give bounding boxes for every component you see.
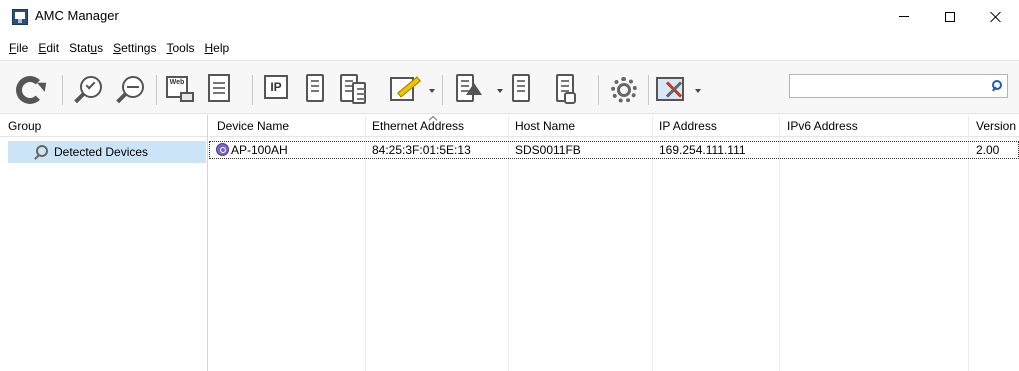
toolbar-separator	[156, 75, 157, 105]
search-icon[interactable]	[992, 80, 1002, 90]
menu-status-label: s	[97, 41, 104, 55]
handle-shape	[74, 92, 85, 104]
server-wrench-icon[interactable]	[306, 74, 324, 102]
handle-shape	[116, 92, 127, 104]
download-icon[interactable]	[512, 74, 530, 102]
device-list: Device Name Ethernet Address Host Name I…	[209, 115, 1019, 371]
window-title: AMC Manager	[35, 8, 119, 23]
column-device-name[interactable]: Device Name	[217, 115, 289, 137]
ip-label: IP	[270, 80, 282, 94]
table-row[interactable]: AP-100AH 84:25:3F:01:5E:13 SDS0011FB 169…	[209, 141, 1019, 159]
ip-icon[interactable]: IP	[264, 75, 288, 99]
power-badge	[564, 92, 576, 104]
edit-dropdown-icon[interactable]	[429, 89, 435, 93]
toolbar-separator	[442, 75, 443, 105]
group-pane: Group Detected Devices	[0, 115, 208, 371]
cell-version: 2.00	[976, 143, 1000, 157]
menu-status-label-pre: Stat	[69, 41, 91, 55]
minimize-icon	[899, 16, 909, 17]
search-check-icon[interactable]	[72, 74, 104, 106]
menu-help[interactable]: Help	[200, 38, 235, 58]
cell-device-name: AP-100AH	[231, 143, 288, 157]
close-button[interactable]	[973, 0, 1019, 33]
group-item-detected-devices[interactable]: Detected Devices	[8, 141, 206, 163]
refresh-icon[interactable]	[16, 76, 44, 104]
upload-arrow	[466, 83, 482, 95]
content-area: Group Detected Devices Device Name Ether…	[0, 115, 1019, 371]
toolbar-separator	[252, 75, 253, 105]
column-ipv6-address[interactable]: IPv6 Address	[787, 115, 858, 137]
device-icon	[216, 143, 229, 156]
cell-ip-address: 169.254.111.111	[659, 143, 746, 157]
gear-center	[617, 83, 631, 97]
column-ethernet-address[interactable]: Ethernet Address	[372, 115, 464, 137]
column-version[interactable]: Version	[976, 115, 1016, 137]
web-arrow-box	[180, 92, 194, 102]
menu-tools-label: ools	[172, 41, 195, 55]
menu-status[interactable]: Status	[64, 38, 108, 58]
column-ethernet-address-label: Ethernet Address	[372, 119, 465, 133]
menu-settings-accel: S	[113, 41, 122, 55]
app-icon	[12, 9, 28, 25]
cell-ethernet-address: 84:25:3F:01:5E:13	[372, 143, 471, 157]
group-item-label: Detected Devices	[54, 145, 149, 159]
web-icon[interactable]: Web	[166, 74, 198, 106]
tools-dropdown-icon[interactable]	[695, 89, 701, 93]
search-input[interactable]	[789, 74, 1008, 98]
cell-host-name: SDS0011FB	[515, 143, 581, 157]
gear-icon[interactable]	[608, 74, 640, 106]
menu-tools[interactable]: Tools	[161, 38, 199, 58]
menu-edit-label: dit	[46, 41, 60, 55]
menu-settings-label: ettings	[121, 41, 157, 55]
close-icon	[990, 11, 1002, 23]
servers-wrench-icon-2	[352, 82, 366, 104]
menu-help-label: elp	[213, 41, 230, 55]
maximize-icon	[945, 11, 955, 22]
edit-icon[interactable]	[390, 74, 422, 106]
toolbar-separator	[598, 75, 599, 105]
search-icon	[34, 145, 48, 159]
tools-icon[interactable]	[656, 74, 688, 106]
menu-help-accel: H	[204, 41, 214, 55]
menu-edit[interactable]: Edit	[33, 38, 64, 58]
column-host-name[interactable]: Host Name	[515, 115, 575, 137]
menu-file[interactable]: File	[0, 38, 33, 58]
maximize-button[interactable]	[927, 0, 973, 33]
search-minus-icon[interactable]	[114, 74, 146, 106]
menu-settings[interactable]: Settings	[108, 38, 161, 58]
group-header: Group	[0, 115, 207, 137]
toolbar-separator	[62, 75, 63, 105]
menu-file-label: ile	[16, 41, 29, 55]
upload-dropdown-icon[interactable]	[497, 89, 503, 93]
title-bar: AMC Manager	[0, 0, 1019, 33]
sort-ascending-icon	[430, 114, 438, 122]
list-header: Device Name Ethernet Address Host Name I…	[209, 115, 1019, 137]
minus-mark	[127, 86, 139, 88]
minimize-button[interactable]	[881, 0, 927, 33]
document-icon[interactable]	[208, 74, 230, 102]
menu-bar: File Edit Status Settings Tools Help	[0, 38, 234, 58]
toolbar-separator	[648, 75, 649, 105]
column-ip-address[interactable]: IP Address	[659, 115, 717, 137]
